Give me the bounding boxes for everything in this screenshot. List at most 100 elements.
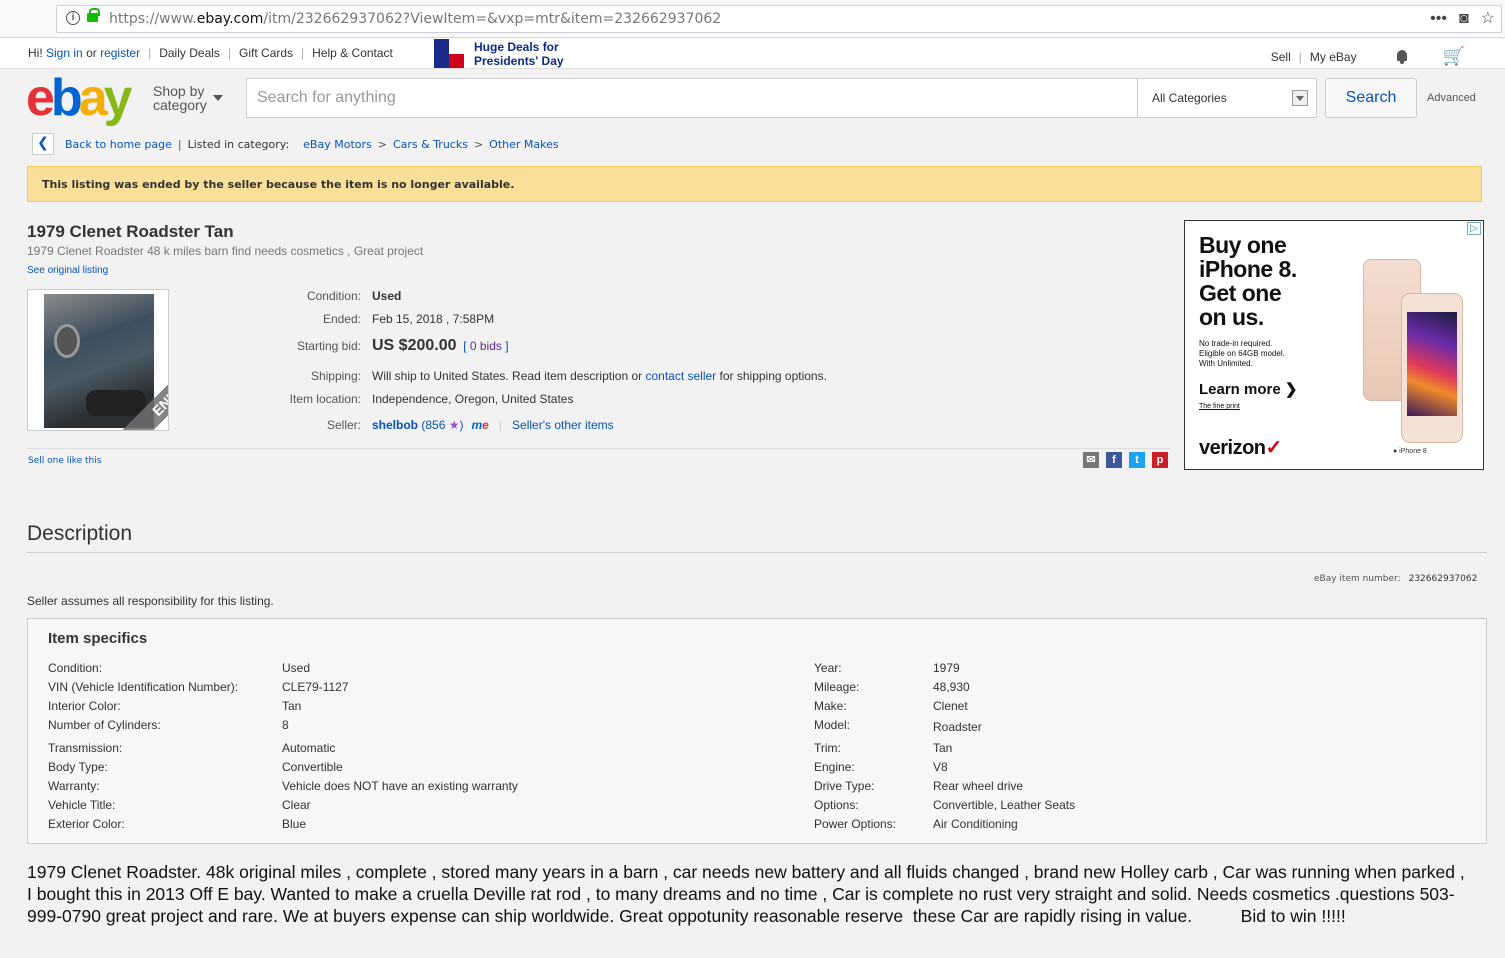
greeting: Hi!: [28, 46, 43, 60]
ended-value: Feb 15, 2018 , 7:58PM: [372, 312, 495, 326]
back-to-home-link[interactable]: Back to home page: [65, 138, 172, 151]
breadcrumb-other-makes[interactable]: Other Makes: [489, 138, 558, 151]
shipping-text: Will ship to United States. Read item de…: [372, 369, 643, 383]
address-bar[interactable]: i https://www.ebay.com/itm/232662937062?…: [56, 5, 1502, 33]
url-text[interactable]: https://www.ebay.com/itm/232662937062?Vi…: [109, 11, 721, 27]
help-contact-link[interactable]: Help & Contact: [312, 46, 393, 60]
back-arrow-icon[interactable]: ❮: [32, 133, 54, 155]
bookmark-star-icon[interactable]: ☆: [1481, 10, 1495, 28]
left-spec-label: Transmission:: [48, 741, 123, 755]
me-badge-icon[interactable]: me: [472, 418, 489, 432]
right-spec-label: Trim:: [814, 741, 841, 755]
register-link[interactable]: register: [100, 46, 140, 60]
my-ebay-link[interactable]: My eBay: [1310, 50, 1357, 64]
seller-score[interactable]: (856: [421, 418, 445, 432]
right-spec-label: Make:: [814, 699, 847, 713]
ended-label: Ended:: [322, 312, 361, 326]
seller-name-link[interactable]: shelbob: [372, 418, 418, 432]
right-spec-label: Drive Type:: [814, 779, 875, 793]
left-spec-label: Number of Cylinders:: [48, 718, 161, 732]
pinterest-share-icon[interactable]: p: [1152, 452, 1168, 468]
right-spec-label: Year:: [814, 661, 842, 675]
feedback-star-icon: ★: [448, 418, 460, 432]
global-top-nav: Hi! Sign in or register | Daily Deals | …: [0, 38, 1505, 69]
description-heading: Description: [27, 522, 133, 545]
divider: [27, 448, 1170, 449]
cart-icon[interactable]: 🛒: [1443, 46, 1465, 67]
verizon-logo: verizon✓: [1199, 437, 1282, 459]
left-spec-label: Warranty:: [48, 779, 100, 793]
contact-seller-link[interactable]: contact seller: [645, 369, 716, 383]
right-spec-value: Convertible, Leather Seats: [933, 798, 1076, 812]
seller-label: Seller:: [326, 418, 361, 432]
right-spec-value: 1979: [933, 661, 960, 675]
category-select[interactable]: All Categories: [1137, 78, 1317, 118]
browser-toolbar: i https://www.ebay.com/itm/232662937062?…: [0, 0, 1505, 38]
shipping-text-post: for shipping options.: [719, 369, 827, 383]
search-input[interactable]: [246, 78, 1138, 118]
left-spec-label: Interior Color:: [48, 699, 121, 713]
iphone-label: ● iPhone 8: [1393, 448, 1427, 455]
left-spec-label: VIN (Vehicle Identification Number):: [48, 680, 239, 694]
sellers-other-items-link[interactable]: Seller's other items: [512, 418, 614, 432]
notification-bell-icon[interactable]: [1395, 49, 1409, 64]
ad-headline: Buy one iPhone 8. Get one on us.: [1199, 232, 1297, 330]
adchoices-icon[interactable]: ▷: [1467, 222, 1481, 235]
left-spec-label: Vehicle Title:: [48, 798, 116, 812]
ebay-item-number: eBay item number: 232662937062: [1314, 574, 1478, 584]
starting-bid-label: Starting bid:: [296, 339, 361, 353]
left-spec-label: Exterior Color:: [48, 817, 125, 831]
left-spec-value: CLE79-1127: [282, 680, 349, 694]
shop-by-category-button[interactable]: Shop by category: [153, 84, 207, 112]
page-info-icon[interactable]: i: [66, 11, 80, 25]
divider: |: [498, 418, 502, 432]
facebook-share-icon[interactable]: f: [1106, 452, 1122, 468]
right-spec-label: Mileage:: [814, 680, 860, 694]
listing-ended-banner: This listing was ended by the seller bec…: [27, 166, 1482, 202]
car-photo: [44, 294, 154, 428]
search-button[interactable]: Search: [1325, 78, 1417, 118]
or-text: or: [86, 46, 97, 60]
right-spec-label: Model:: [814, 718, 851, 732]
advanced-search-link[interactable]: Advanced: [1427, 92, 1476, 104]
ad-fine-print-link[interactable]: The fine print: [1199, 403, 1240, 410]
left-spec-value: 8: [282, 718, 289, 732]
left-spec-value: Vehicle does NOT have an existing warran…: [282, 779, 518, 793]
daily-deals-link[interactable]: Daily Deals: [159, 46, 220, 60]
see-original-listing-link[interactable]: See original listing: [27, 265, 108, 276]
left-spec-value: Blue: [282, 817, 307, 831]
page-actions-icon[interactable]: •••: [1430, 10, 1447, 28]
divider: [27, 552, 1487, 553]
ad-learn-more-link[interactable]: Learn more ❯: [1199, 380, 1297, 398]
chevron-down-icon[interactable]: [213, 95, 223, 101]
twitter-share-icon[interactable]: t: [1129, 452, 1145, 468]
verizon-ad[interactable]: ▷ Buy one iPhone 8. Get one on us. No trade…: [1184, 220, 1484, 470]
right-spec-label: Power Options:: [814, 817, 897, 831]
ebay-logo[interactable]: ebay: [26, 72, 133, 124]
right-spec-value: Rear wheel drive: [933, 779, 1024, 793]
breadcrumb: ❮ Back to home page | Listed in category…: [32, 133, 559, 155]
breadcrumb-separator: >: [377, 137, 387, 151]
breadcrumb-cars-trucks[interactable]: Cars & Trucks: [393, 138, 468, 151]
dropdown-arrow-icon[interactable]: [1292, 90, 1308, 106]
sign-in-link[interactable]: Sign in: [46, 46, 83, 60]
left-spec-value: Tan: [282, 699, 302, 713]
pocket-icon[interactable]: ◙: [1459, 10, 1469, 28]
presidents-day-promo[interactable]: Huge Deals for Presidents' Day: [434, 39, 564, 68]
starting-bid-value: US $200.00: [372, 337, 457, 354]
sell-one-like-this-link[interactable]: Sell one like this: [28, 456, 101, 466]
item-image[interactable]: ENDED: [27, 289, 169, 431]
condition-value: Used: [372, 289, 402, 303]
left-spec-value: Clear: [282, 798, 311, 812]
description-body: 1979 Clenet Roadster. 48k original miles…: [27, 862, 1470, 926]
grille: [86, 390, 146, 416]
email-share-icon[interactable]: ✉: [1083, 452, 1099, 468]
bids-count-link[interactable]: 0 bids: [470, 339, 502, 353]
bids-bracket: [: [463, 339, 467, 353]
gift-cards-link[interactable]: Gift Cards: [239, 46, 293, 60]
item-specifics-box: Item specifics Condition: Used VIN (Vehicl…: [27, 618, 1487, 844]
sell-link[interactable]: Sell: [1271, 50, 1291, 64]
condition-label: Condition:: [306, 289, 361, 303]
item-subtitle: 1979 Clenet Roadster 48 k miles barn fin…: [27, 244, 424, 258]
breadcrumb-ebay-motors[interactable]: eBay Motors: [303, 138, 372, 151]
